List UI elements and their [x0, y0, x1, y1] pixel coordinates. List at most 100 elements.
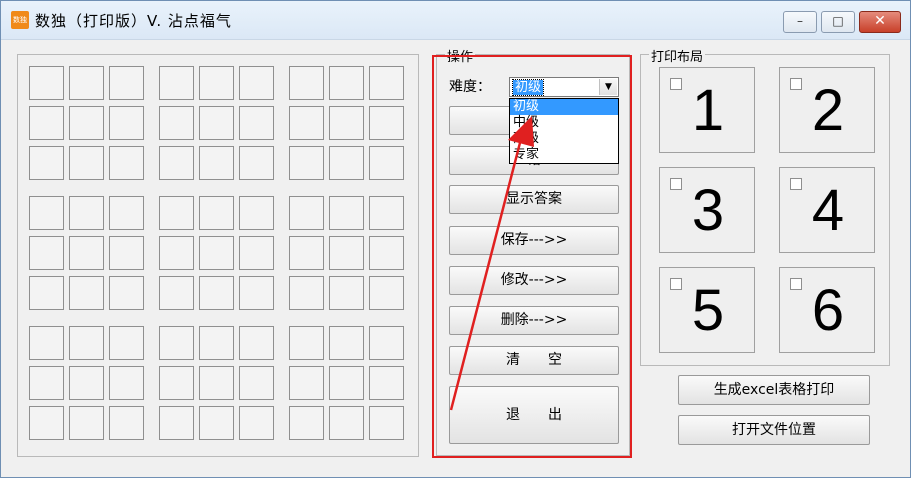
sudoku-cell[interactable] — [369, 146, 404, 180]
sudoku-cell[interactable] — [159, 406, 194, 440]
sudoku-cell[interactable] — [29, 366, 64, 400]
layout-tile-5[interactable]: 5 — [659, 267, 755, 353]
sudoku-cell[interactable] — [329, 276, 364, 310]
layout-tile-2[interactable]: 2 — [779, 67, 875, 153]
sudoku-cell[interactable] — [329, 66, 364, 100]
sudoku-cell[interactable] — [329, 146, 364, 180]
layout-tile-3[interactable]: 3 — [659, 167, 755, 253]
sudoku-cell[interactable] — [239, 276, 274, 310]
sudoku-cell[interactable] — [289, 106, 324, 140]
sudoku-cell[interactable] — [289, 146, 324, 180]
sudoku-cell[interactable] — [69, 406, 104, 440]
sudoku-cell[interactable] — [329, 106, 364, 140]
sudoku-cell[interactable] — [199, 276, 234, 310]
layout-tile-1[interactable]: 1 — [659, 67, 755, 153]
sudoku-cell[interactable] — [159, 366, 194, 400]
sudoku-cell[interactable] — [109, 196, 144, 230]
sudoku-cell[interactable] — [159, 326, 194, 360]
layout-tile-4[interactable]: 4 — [779, 167, 875, 253]
sudoku-cell[interactable] — [289, 326, 324, 360]
sudoku-cell[interactable] — [29, 236, 64, 270]
sudoku-cell[interactable] — [159, 276, 194, 310]
sudoku-cell[interactable] — [369, 106, 404, 140]
sudoku-cell[interactable] — [29, 406, 64, 440]
sudoku-cell[interactable] — [199, 236, 234, 270]
sudoku-cell[interactable] — [239, 146, 274, 180]
sudoku-cell[interactable] — [239, 406, 274, 440]
open-folder-button[interactable]: 打开文件位置 — [678, 415, 870, 445]
sudoku-cell[interactable] — [159, 66, 194, 100]
sudoku-cell[interactable] — [289, 66, 324, 100]
difficulty-select[interactable]: 初级 ▼ — [509, 77, 619, 97]
sudoku-cell[interactable] — [29, 326, 64, 360]
dropdown-option[interactable]: 专家 — [510, 147, 618, 163]
sudoku-cell[interactable] — [159, 196, 194, 230]
sudoku-cell[interactable] — [239, 66, 274, 100]
sudoku-cell[interactable] — [29, 146, 64, 180]
sudoku-cell[interactable] — [369, 326, 404, 360]
sudoku-cell[interactable] — [289, 276, 324, 310]
sudoku-cell[interactable] — [199, 406, 234, 440]
dropdown-option[interactable]: 高级 — [510, 131, 618, 147]
sudoku-cell[interactable] — [329, 406, 364, 440]
sudoku-cell[interactable] — [369, 196, 404, 230]
sudoku-cell[interactable] — [369, 366, 404, 400]
sudoku-cell[interactable] — [199, 146, 234, 180]
clear-button[interactable]: 清 空 — [449, 346, 619, 375]
sudoku-cell[interactable] — [159, 236, 194, 270]
sudoku-cell[interactable] — [109, 66, 144, 100]
sudoku-cell[interactable] — [109, 326, 144, 360]
close-button[interactable]: ✕ — [859, 11, 901, 33]
sudoku-cell[interactable] — [369, 236, 404, 270]
sudoku-cell[interactable] — [159, 146, 194, 180]
sudoku-cell[interactable] — [109, 146, 144, 180]
dropdown-option[interactable]: 初级 — [510, 99, 618, 115]
sudoku-cell[interactable] — [329, 236, 364, 270]
sudoku-cell[interactable] — [199, 196, 234, 230]
sudoku-cell[interactable] — [109, 406, 144, 440]
chevron-down-icon[interactable]: ▼ — [599, 79, 617, 95]
sudoku-cell[interactable] — [329, 196, 364, 230]
sudoku-cell[interactable] — [199, 106, 234, 140]
sudoku-cell[interactable] — [369, 276, 404, 310]
sudoku-cell[interactable] — [109, 276, 144, 310]
dropdown-option[interactable]: 中级 — [510, 115, 618, 131]
show-answer-button[interactable]: 显示答案 — [449, 185, 619, 214]
sudoku-cell[interactable] — [69, 66, 104, 100]
minimize-button[interactable]: – — [783, 11, 817, 33]
sudoku-cell[interactable] — [289, 406, 324, 440]
save-button[interactable]: 保存--->> — [449, 226, 619, 255]
sudoku-cell[interactable] — [239, 326, 274, 360]
sudoku-cell[interactable] — [69, 106, 104, 140]
sudoku-cell[interactable] — [109, 366, 144, 400]
sudoku-cell[interactable] — [69, 276, 104, 310]
sudoku-cell[interactable] — [69, 236, 104, 270]
sudoku-cell[interactable] — [29, 66, 64, 100]
sudoku-cell[interactable] — [69, 196, 104, 230]
sudoku-cell[interactable] — [69, 146, 104, 180]
sudoku-cell[interactable] — [159, 106, 194, 140]
sudoku-cell[interactable] — [29, 196, 64, 230]
sudoku-cell[interactable] — [369, 66, 404, 100]
sudoku-cell[interactable] — [239, 236, 274, 270]
sudoku-cell[interactable] — [289, 236, 324, 270]
sudoku-cell[interactable] — [199, 66, 234, 100]
sudoku-cell[interactable] — [239, 366, 274, 400]
sudoku-cell[interactable] — [69, 366, 104, 400]
delete-button[interactable]: 删除--->> — [449, 306, 619, 335]
sudoku-cell[interactable] — [199, 326, 234, 360]
sudoku-cell[interactable] — [199, 366, 234, 400]
exit-button[interactable]: 退 出 — [449, 386, 619, 444]
generate-excel-button[interactable]: 生成excel表格打印 — [678, 375, 870, 405]
maximize-button[interactable]: □ — [821, 11, 855, 33]
sudoku-cell[interactable] — [109, 106, 144, 140]
sudoku-cell[interactable] — [289, 196, 324, 230]
sudoku-cell[interactable] — [329, 326, 364, 360]
sudoku-cell[interactable] — [239, 196, 274, 230]
layout-tile-6[interactable]: 6 — [779, 267, 875, 353]
sudoku-cell[interactable] — [29, 276, 64, 310]
modify-button[interactable]: 修改--->> — [449, 266, 619, 295]
sudoku-cell[interactable] — [369, 406, 404, 440]
sudoku-cell[interactable] — [29, 106, 64, 140]
sudoku-cell[interactable] — [329, 366, 364, 400]
